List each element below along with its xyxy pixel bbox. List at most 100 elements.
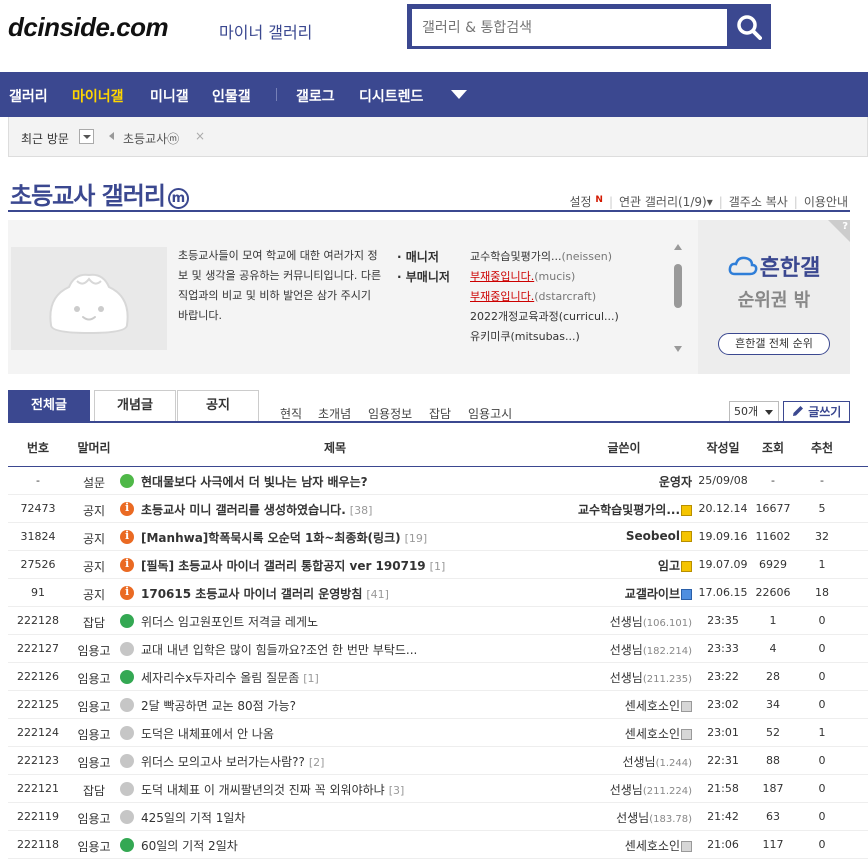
post-writer[interactable]: 센세호소인 [550, 837, 692, 854]
reply-count[interactable]: [41] [366, 588, 389, 601]
reply-count[interactable]: [2] [309, 756, 325, 769]
post-writer[interactable]: 선생님(106.101) [550, 613, 692, 630]
recent-item-elementary-teacher[interactable]: 초등교사ⓜ [123, 130, 179, 147]
submanager-item[interactable]: 2022개정교육과정(curricul...) [470, 307, 619, 327]
table-row[interactable]: 222127 임용고 교대 내년 입학은 많이 힘들까요?조언 한 번만 부탁드..… [8, 635, 868, 663]
post-writer[interactable]: 선생님(211.235) [550, 669, 692, 686]
post-title[interactable]: 교대 내년 입학은 많이 힘들까요?조언 한 번만 부탁드... [141, 643, 417, 657]
post-writer[interactable]: 선생님(183.78) [550, 809, 692, 826]
reply-count[interactable]: [38] [350, 504, 373, 517]
reply-count[interactable]: [3] [389, 784, 405, 797]
post-subject[interactable]: 도덕은 내체표에서 안 나옴 [120, 725, 550, 742]
post-title[interactable]: 위더스 모의고사 보러가는사람?? [141, 755, 305, 769]
post-subject[interactable]: 60일의 기적 2일차 [120, 837, 550, 854]
rank-help-icon[interactable]: ? [828, 220, 850, 242]
copy-url-link[interactable]: 갤주소 복사 [729, 195, 788, 209]
post-writer[interactable]: 센세호소인 [550, 697, 692, 714]
manager-list-scrollbar[interactable] [672, 242, 684, 354]
nav-dc-trend[interactable]: 디시트렌드 [359, 86, 423, 106]
nav-minor-gallery[interactable]: 마이너갤 [72, 86, 124, 106]
post-subject[interactable]: [Manhwa]학폭묵시록 오순덕 1화~최종화(링크) [19] [120, 529, 550, 546]
post-writer[interactable]: 교갤라이브 [550, 585, 692, 602]
tab-all-posts[interactable]: 전체글 [8, 390, 90, 422]
post-title[interactable]: [필독] 초등교사 마이너 갤러리 통합공지 ver 190719 [141, 559, 426, 573]
post-title[interactable]: 도덕 내체표 이 개씨팔년의것 진짜 꼭 외워야하냐 [141, 783, 385, 797]
post-title[interactable]: 60일의 기적 2일차 [141, 839, 238, 853]
table-row[interactable]: 222126 임용고 세자리수x두자리수 올림 질문좀 [1] 선생님(211.235)… [8, 663, 868, 691]
reply-count[interactable]: [1] [303, 672, 319, 685]
post-title[interactable]: 170615 초등교사 마이너 갤러리 운영방침 [141, 587, 362, 601]
post-subject[interactable]: 170615 초등교사 마이너 갤러리 운영방침 [41] [120, 585, 550, 602]
post-subject[interactable]: 현대물보다 사극에서 더 빛나는 남자 배우는? [120, 473, 550, 490]
post-subject[interactable]: 위더스 임고원포인트 저격글 레게노 [120, 613, 550, 630]
write-post-button[interactable]: 글쓰기 [783, 401, 850, 423]
table-row[interactable]: 222124 임용고 도덕은 내체표에서 안 나옴 센세호소인 23:01 52 1 [8, 719, 868, 747]
post-title[interactable]: 2달 빡공하면 교논 80점 가능? [141, 699, 296, 713]
table-row[interactable]: 222128 잡담 위더스 임고원포인트 저격글 레게노 선생님(106.101) 23… [8, 607, 868, 635]
full-ranking-button[interactable]: 흔한갤 전체 순위 [718, 333, 830, 355]
post-title[interactable]: 현대물보다 사극에서 더 빛나는 남자 배우는? [141, 475, 368, 489]
post-writer[interactable]: 임고 [550, 557, 692, 574]
gallery-title[interactable]: 초등교사 갤러리 m [10, 176, 189, 211]
reply-count[interactable]: [1] [430, 560, 446, 573]
recent-visits-toggle[interactable] [79, 129, 94, 144]
recent-prev-arrow-icon[interactable] [109, 132, 114, 140]
submanager-item[interactable]: 유키미쿠(mitsubas...) [470, 327, 619, 347]
post-title[interactable]: [Manhwa]학폭묵시록 오순덕 1화~최종화(링크) [141, 531, 401, 545]
post-title[interactable]: 초등교사 미니 갤러리를 생성하였습니다. [141, 503, 346, 517]
post-title[interactable]: 위더스 임고원포인트 저격글 레게노 [141, 615, 318, 629]
post-title[interactable]: 도덕은 내체표에서 안 나옴 [141, 727, 274, 741]
post-subject[interactable]: 도덕 내체표 이 개씨팔년의것 진짜 꼭 외워야하냐 [3] [120, 781, 550, 798]
table-row[interactable]: 31824 공지 [Manhwa]학폭묵시록 오순덕 1화~최종화(링크) [19] S… [8, 523, 868, 551]
table-row[interactable]: 222119 임용고 425일의 기적 1일차 선생님(183.78) 21:42 63 0 [8, 803, 868, 831]
table-row[interactable]: 72473 공지 초등교사 미니 갤러리를 생성하였습니다. [38] 교수학습및평가의… [8, 495, 868, 523]
post-subject[interactable]: 교대 내년 입학은 많이 힘들까요?조언 한 번만 부탁드... [120, 641, 550, 658]
post-writer[interactable]: 선생님(211.224) [550, 781, 692, 798]
table-row[interactable]: 222125 임용고 2달 빡공하면 교논 80점 가능? 센세호소인 23:02 34 0 [8, 691, 868, 719]
subtab-concept[interactable]: 초개념 [318, 405, 351, 422]
manager-item[interactable]: 교수학습및평가의...(neissen) [470, 247, 619, 267]
nav-mini-gallery[interactable]: 미니갤 [150, 86, 189, 106]
related-gallery-dropdown[interactable]: 연관 갤러리(1/9)▾ [619, 195, 713, 209]
post-writer[interactable]: Seobeol [550, 529, 692, 543]
subtab-chat[interactable]: 잡담 [429, 405, 451, 422]
minor-gallery-link[interactable]: 마이너 갤러리 [219, 19, 312, 43]
table-row[interactable]: 222118 임용고 60일의 기적 2일차 센세호소인 21:06 117 0 [8, 831, 868, 859]
post-subject[interactable]: [필독] 초등교사 마이너 갤러리 통합공지 ver 190719 [1] [120, 557, 550, 574]
subtab-current[interactable]: 현직 [280, 405, 302, 422]
nav-gallog[interactable]: 갤로그 [296, 86, 335, 106]
table-row[interactable]: 222123 임용고 위더스 모의고사 보러가는사람?? [2] 선생님(1.244) 2… [8, 747, 868, 775]
list-count-select[interactable]: 50개 [729, 401, 779, 423]
nav-more-arrow-icon[interactable] [451, 90, 467, 99]
subtab-exam-info[interactable]: 임용정보 [368, 405, 412, 422]
post-writer[interactable]: 선생님(1.244) [550, 753, 692, 770]
submanager-item[interactable]: 부재중입니다.(dstarcraft) [470, 287, 619, 307]
recent-item-close-icon[interactable]: × [195, 129, 205, 143]
settings-link[interactable]: 설정 N [569, 195, 602, 209]
subtab-exam[interactable]: 임용고시 [468, 405, 512, 422]
nav-gallery[interactable]: 갤러리 [9, 86, 48, 106]
post-writer[interactable]: 교수학습및평가의... [550, 501, 692, 518]
post-writer[interactable]: 선생님(182.214) [550, 641, 692, 658]
post-subject[interactable]: 2달 빡공하면 교논 80점 가능? [120, 697, 550, 714]
table-row[interactable]: 91 공지 170615 초등교사 마이너 갤러리 운영방침 [41] 교갤라이브 17.… [8, 579, 868, 607]
table-row[interactable]: 222121 잡담 도덕 내체표 이 개씨팔년의것 진짜 꼭 외워야하냐 [3] 선생님… [8, 775, 868, 803]
table-row[interactable]: 27526 공지 [필독] 초등교사 마이너 갤러리 통합공지 ver 190719… [8, 551, 868, 579]
usage-guide-link[interactable]: 이용안내 [804, 195, 848, 209]
nav-person-gallery[interactable]: 인물갤 [212, 86, 251, 106]
post-subject[interactable]: 425일의 기적 1일차 [120, 809, 550, 826]
post-subject[interactable]: 세자리수x두자리수 올림 질문좀 [1] [120, 669, 550, 686]
post-subject[interactable]: 초등교사 미니 갤러리를 생성하였습니다. [38] [120, 501, 550, 518]
post-subject[interactable]: 위더스 모의고사 보러가는사람?? [2] [120, 753, 550, 770]
tab-recommended-posts[interactable]: 개념글 [94, 390, 176, 422]
reply-count[interactable]: [19] [405, 532, 428, 545]
site-logo[interactable]: dcinside.com [8, 12, 169, 43]
post-title[interactable]: 세자리수x두자리수 올림 질문좀 [141, 671, 299, 685]
tab-notice[interactable]: 공지 [177, 390, 259, 422]
post-title[interactable]: 425일의 기적 1일차 [141, 811, 245, 825]
post-writer[interactable]: 센세호소인 [550, 725, 692, 742]
post-writer[interactable]: 운영자 [550, 473, 692, 490]
table-row[interactable]: - 설문 현대물보다 사극에서 더 빛나는 남자 배우는? 운영자 25/09/08 - - [8, 467, 868, 495]
search-button[interactable] [727, 4, 771, 49]
search-input[interactable] [412, 9, 727, 46]
